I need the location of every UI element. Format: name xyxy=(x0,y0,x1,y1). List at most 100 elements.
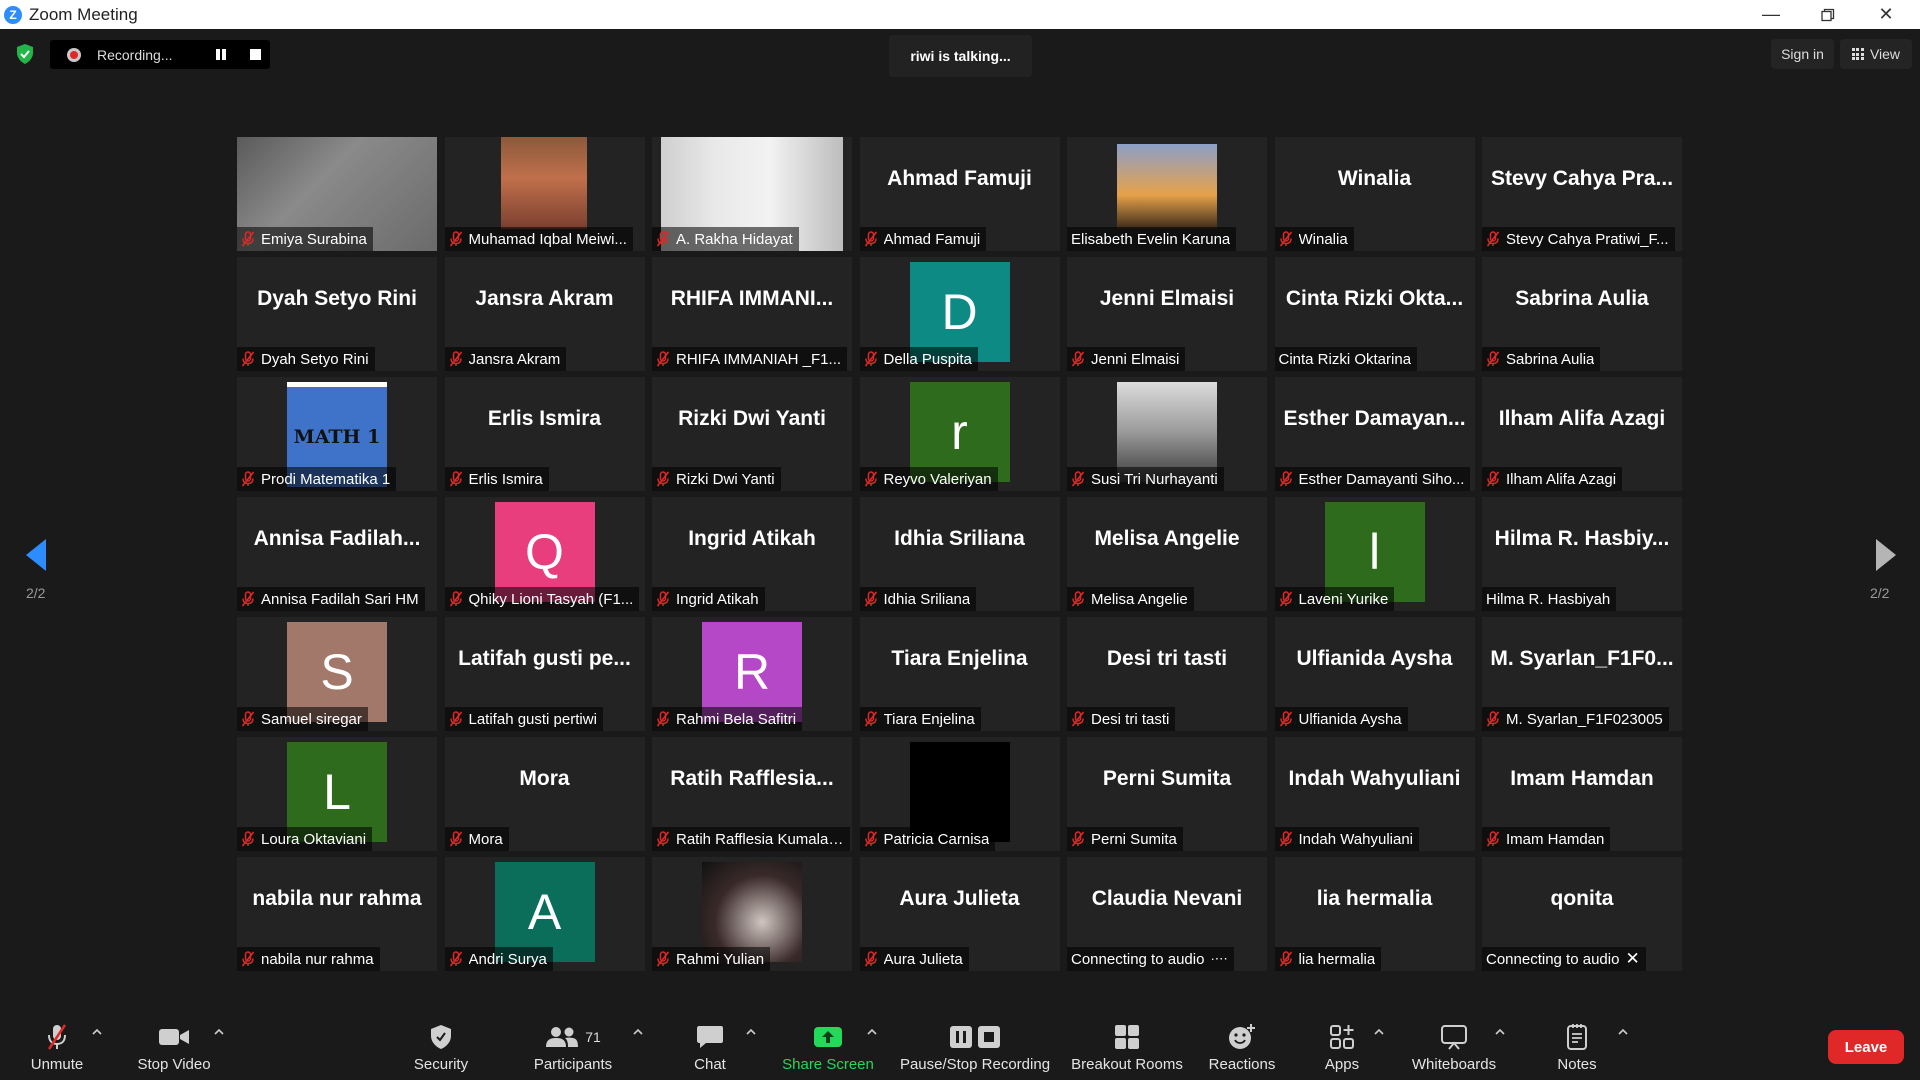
participant-tile[interactable]: A Andri Surya xyxy=(444,857,645,971)
participant-tile[interactable]: Indah Wahyuliani Indah Wahyuliani xyxy=(1274,737,1475,851)
participant-tile[interactable]: Rizki Dwi Yanti Rizki Dwi Yanti xyxy=(652,377,852,491)
participant-tile[interactable]: Ahmad Famuji Ahmad Famuji xyxy=(859,137,1060,251)
reactions-label: Reactions xyxy=(1208,1056,1276,1073)
participant-tile[interactable]: Ratih Rafflesia... Ratih Rafflesia Kumala… xyxy=(652,737,852,851)
participant-tile[interactable]: D Della Puspita xyxy=(859,257,1060,371)
participant-tile[interactable]: Jansra Akram Jansra Akram xyxy=(444,257,645,371)
participant-tile[interactable]: Stevy Cahya Pra... Stevy Cahya Pratiwi_F.… xyxy=(1482,137,1682,251)
participant-display-name: Mora xyxy=(519,767,570,790)
participant-name: Loura Oktaviani xyxy=(261,830,367,848)
participant-name: Connecting to audio xyxy=(1071,950,1205,968)
audio-options-chevron-icon[interactable] xyxy=(92,1027,102,1037)
participant-name-tag: Ahmad Famuji xyxy=(859,227,987,251)
leave-button[interactable]: Leave xyxy=(1828,1030,1904,1064)
participant-tile[interactable]: Desi tri tasti Desi tri tasti xyxy=(1067,617,1267,731)
participant-tile[interactable]: Ulfianida Aysha Ulfianida Aysha xyxy=(1274,617,1475,731)
participant-tile[interactable]: Ingrid Atikah Ingrid Atikah xyxy=(652,497,852,611)
participant-tile[interactable]: M. Syarlan_F1F0... M. Syarlan_F1F023005 xyxy=(1482,617,1682,731)
view-button[interactable]: View xyxy=(1840,39,1912,69)
participants-chevron-icon[interactable] xyxy=(633,1027,643,1037)
previous-page-arrow-icon[interactable] xyxy=(22,535,52,575)
participant-tile[interactable]: Elisabeth Evelin Karuna xyxy=(1067,137,1267,251)
reactions-button[interactable]: Reactions xyxy=(1206,1020,1278,1080)
pause-stop-recording-button[interactable]: Pause/Stop Recording xyxy=(898,1020,1052,1080)
share-screen-chevron-icon[interactable] xyxy=(867,1027,877,1037)
participant-tile[interactable]: Muhamad Iqbal Meiwi... xyxy=(444,137,645,251)
participant-tile[interactable]: RHIFA IMMANI... RHIFA IMMANIAH _F1... xyxy=(652,257,852,371)
pause-recording-icon[interactable] xyxy=(215,49,227,60)
participant-tile[interactable]: Idhia Sriliana Idhia Sriliana xyxy=(859,497,1060,611)
muted-mic-icon xyxy=(1486,831,1500,847)
participant-name-tag: Dyah Setyo Rini xyxy=(237,347,375,371)
participant-tile[interactable]: Tiara Enjelina Tiara Enjelina xyxy=(859,617,1060,731)
restore-icon[interactable] xyxy=(1800,0,1856,29)
participant-tile[interactable]: S Samuel siregar xyxy=(237,617,437,731)
security-button[interactable]: Security xyxy=(412,1020,470,1080)
participant-name: Elisabeth Evelin Karuna xyxy=(1071,230,1231,248)
stop-recording-icon[interactable] xyxy=(250,49,261,60)
participant-tile[interactable]: Annisa Fadilah... Annisa Fadilah Sari HM xyxy=(237,497,437,611)
participant-tile[interactable]: nabila nur rahma nabila nur rahma xyxy=(237,857,437,971)
participant-tile[interactable]: Perni Sumita Perni Sumita xyxy=(1067,737,1267,851)
share-screen-button[interactable]: Share Screen xyxy=(780,1020,876,1080)
participant-tile[interactable]: A. Rakha Hidayat xyxy=(652,137,852,251)
participant-tile[interactable]: Ilham Alifa Azagi Ilham Alifa Azagi xyxy=(1482,377,1682,491)
participant-tile[interactable]: Claudia Nevani Connecting to audio ·⋯ xyxy=(1067,857,1267,971)
participant-tile[interactable]: r Reyvo Valeriyan xyxy=(859,377,1060,491)
participant-display-name: Cinta Rizki Okta... xyxy=(1285,287,1464,310)
participant-tile[interactable]: lia hermalia lia hermalia xyxy=(1274,857,1475,971)
participant-tile[interactable]: Imam Hamdan Imam Hamdan xyxy=(1482,737,1682,851)
apps-button[interactable]: Apps xyxy=(1320,1020,1364,1080)
participants-button[interactable]: 71 Participants xyxy=(531,1020,615,1080)
participant-tile[interactable]: Melisa Angelie Melisa Angelie xyxy=(1067,497,1267,611)
participant-tile[interactable]: Patricia Carnisa xyxy=(859,737,1060,851)
participant-tile[interactable]: Aura Julieta Aura Julieta xyxy=(859,857,1060,971)
page-indicator-right: 2/2 xyxy=(1870,585,1890,601)
whiteboards-button[interactable]: Whiteboards xyxy=(1408,1020,1500,1080)
participant-tile[interactable]: MATH 1 Prodi Matematika 1 xyxy=(237,377,437,491)
chat-button[interactable]: Chat xyxy=(686,1020,734,1080)
whiteboards-chevron-icon[interactable] xyxy=(1495,1027,1505,1037)
participant-tile[interactable]: Jenni Elmaisi Jenni Elmaisi xyxy=(1067,257,1267,371)
apps-chevron-icon[interactable] xyxy=(1374,1027,1384,1037)
participant-tile[interactable]: l Laveni Yurike xyxy=(1274,497,1475,611)
participant-tile[interactable]: Erlis Ismira Erlis Ismira xyxy=(444,377,645,491)
notes-chevron-icon[interactable] xyxy=(1618,1027,1628,1037)
participant-tile[interactable]: Rahmi Yulian xyxy=(652,857,852,971)
participant-tile[interactable]: Dyah Setyo Rini Dyah Setyo Rini xyxy=(237,257,437,371)
participant-tile[interactable]: Cinta Rizki Okta... Cinta Rizki Oktarina xyxy=(1274,257,1475,371)
participant-tile[interactable]: Latifah gusti pe... Latifah gusti pertiwi xyxy=(444,617,645,731)
math-logo-text: MATH 1 xyxy=(293,426,381,448)
participant-name-tag: Ulfianida Aysha xyxy=(1274,707,1408,731)
participant-tile[interactable]: L Loura Oktaviani xyxy=(237,737,437,851)
muted-mic-icon xyxy=(864,831,877,847)
encryption-shield-icon[interactable] xyxy=(14,43,36,65)
participant-tile[interactable]: R Rahmi Bela Safitri xyxy=(652,617,852,731)
participant-tile[interactable]: Esther Damayan... Esther Damayanti Siho..… xyxy=(1274,377,1475,491)
participant-tile[interactable]: Winalia Winalia xyxy=(1274,137,1475,251)
chat-chevron-icon[interactable] xyxy=(746,1027,756,1037)
participant-tile[interactable]: Hilma R. Hasbiy... Hilma R. Hasbiyah xyxy=(1482,497,1682,611)
video-options-chevron-icon[interactable] xyxy=(214,1027,224,1037)
minimize-icon[interactable]: — xyxy=(1743,0,1799,29)
participant-name-tag: Tiara Enjelina xyxy=(859,707,981,731)
participant-name-tag: RHIFA IMMANIAH _F1... xyxy=(652,347,848,371)
participant-tile[interactable]: Mora Mora xyxy=(444,737,645,851)
participant-tile[interactable]: qonita Connecting to audio ✕ xyxy=(1482,857,1682,971)
participant-display-name: Winalia xyxy=(1337,167,1412,190)
participant-display-name: Perni Sumita xyxy=(1102,767,1232,790)
participant-tile[interactable]: Q Qhiky Lioni Tasyah (F1... xyxy=(444,497,645,611)
next-page-arrow-icon[interactable] xyxy=(1870,535,1900,575)
participant-tile[interactable]: Susi Tri Nurhayanti xyxy=(1067,377,1267,491)
close-window-icon[interactable]: ✕ xyxy=(1858,0,1914,29)
breakout-rooms-button[interactable]: Breakout Rooms xyxy=(1068,1020,1186,1080)
participant-name-tag: Sabrina Aulia xyxy=(1482,347,1601,371)
notes-button[interactable]: Notes xyxy=(1553,1020,1601,1080)
sign-in-button[interactable]: Sign in xyxy=(1771,39,1834,69)
unmute-button[interactable]: Unmute xyxy=(25,1020,89,1080)
participant-tile[interactable]: Sabrina Aulia Sabrina Aulia xyxy=(1482,257,1682,371)
participant-name: Cinta Rizki Oktarina xyxy=(1278,350,1412,368)
close-icon[interactable]: ✕ xyxy=(1625,949,1639,969)
stop-video-button[interactable]: Stop Video xyxy=(135,1020,213,1080)
participant-tile[interactable]: Emiya Surabina xyxy=(237,137,437,251)
